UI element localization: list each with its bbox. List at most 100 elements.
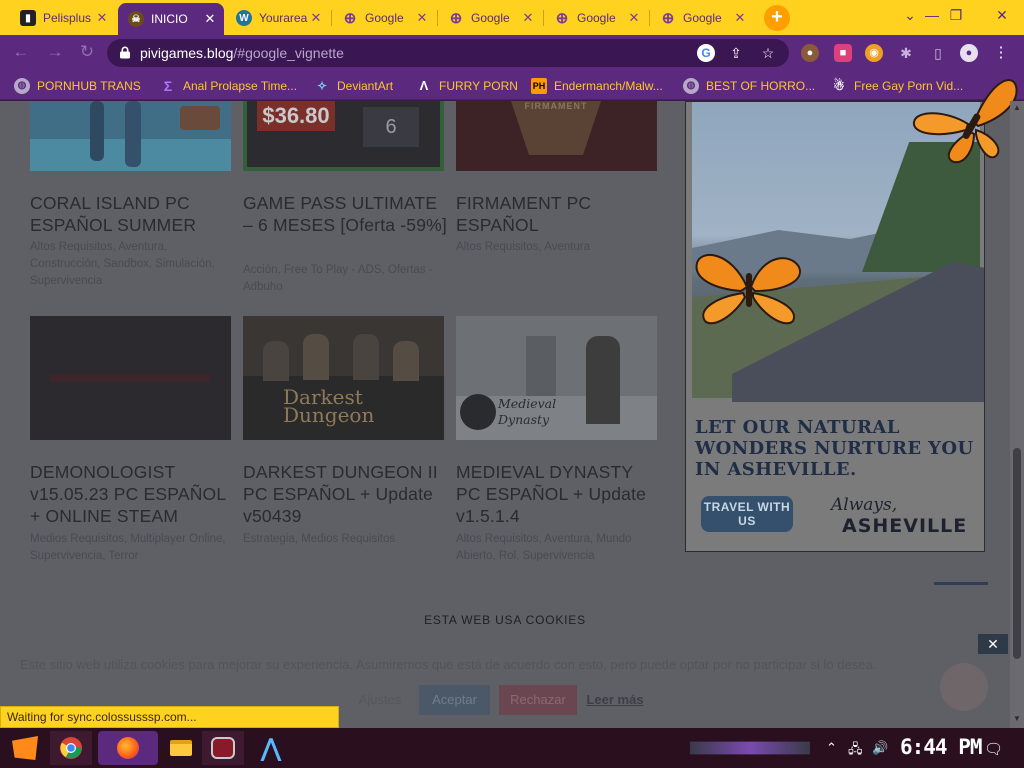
side-panel-icon[interactable]: ▯: [929, 44, 947, 62]
notifications-icon[interactable]: 🗨: [984, 740, 1003, 758]
cookie-settings-button[interactable]: Ajustes: [350, 685, 410, 715]
tab-title: Google: [577, 11, 616, 25]
game-pass-thumbnail[interactable]: $36.80 6: [243, 101, 444, 171]
game-title-link[interactable]: DEMONOLOGIST v15.05.23 PC ESPAÑOL + ONLI…: [30, 461, 235, 527]
game-tags[interactable]: Acción, Free To Play - ADS, Ofertas - Ad…: [243, 262, 448, 296]
game-title-link[interactable]: MEDIEVAL DYNASTY PC ESPAÑOL + Update v1.…: [456, 461, 661, 527]
bookmark-item[interactable]: ◍ PORNHUB TRANS: [14, 77, 141, 94]
globe-icon: ⊕: [449, 10, 463, 27]
medieval-dynasty-thumbnail[interactable]: Medieval Dynasty: [456, 316, 657, 440]
address-bar[interactable]: pivigames.blog/#google_vignette G ⇪ ☆: [107, 39, 789, 67]
globe-icon: ◍: [683, 77, 699, 94]
extension-pink-icon[interactable]: ■: [834, 44, 852, 62]
tab-title: Google: [683, 11, 722, 25]
cookie-accept-button[interactable]: Aceptar: [419, 685, 490, 715]
share-icon[interactable]: ⇪: [727, 44, 745, 62]
new-tab-button[interactable]: +: [764, 5, 790, 31]
taskbar-app-launcher[interactable]: ⋀: [250, 731, 292, 765]
restore-icon[interactable]: ❐: [936, 4, 976, 28]
close-tab-icon[interactable]: ✕: [202, 11, 218, 27]
bookmark-item[interactable]: Λ FURRY PORN: [416, 77, 518, 94]
game-title-link[interactable]: FIRMAMENT PC ESPAÑOL: [456, 192, 661, 236]
lock-icon: [120, 46, 130, 59]
windows-taskbar: ⋀ ⌃ 🖧 🔊 6:44 PM 🗨: [0, 728, 1024, 768]
tab-google-3[interactable]: ⊕ Google ✕: [544, 3, 648, 33]
bookmark-item[interactable]: Σ Anal Prolapse Time...: [160, 77, 297, 94]
mascot-icon: ☃: [833, 77, 845, 93]
back-arrow-icon[interactable]: ←: [9, 41, 33, 65]
system-clock[interactable]: 6:44 PM: [900, 735, 983, 759]
close-tab-icon[interactable]: ✕: [414, 10, 430, 26]
game-tags[interactable]: Altos Requisitos, Aventura, Mundo Abiert…: [456, 531, 661, 565]
travel-with-us-button[interactable]: TRAVEL WITH US: [701, 496, 793, 532]
close-tab-icon[interactable]: ✕: [732, 10, 748, 26]
volume-icon[interactable]: 🔊: [872, 740, 888, 756]
profile-icon[interactable]: ●: [960, 44, 978, 62]
coral-island-thumbnail[interactable]: [30, 101, 231, 171]
menu-kebab-icon[interactable]: ⋮: [992, 44, 1010, 62]
firmament-thumbnail[interactable]: FIRMAMENT: [456, 101, 657, 171]
close-tab-icon[interactable]: ✕: [94, 10, 110, 26]
ad-logo-script: Always,: [831, 495, 898, 515]
triangle-app-icon: ⋀: [261, 734, 281, 762]
tab-title: INICIO: [151, 12, 188, 26]
bookmark-item[interactable]: ✧ DeviantArt: [314, 77, 393, 94]
bookmarks-bar: ◍ PORNHUB TRANS Σ Anal Prolapse Time... …: [0, 70, 1024, 100]
game-tags[interactable]: Medios Requisitos, Multiplayer Online, S…: [30, 531, 235, 565]
demonologist-thumbnail[interactable]: [30, 316, 231, 440]
tab-google-4[interactable]: ⊕ Google ✕: [650, 3, 754, 33]
carousel-indicator[interactable]: [934, 582, 988, 585]
scroll-up-icon[interactable]: ▲: [1010, 101, 1024, 115]
cookie-read-more-link[interactable]: Leer más: [584, 685, 646, 715]
cookie-banner-text: Este sitio web utiliza cookies para mejo…: [20, 657, 877, 672]
bookmark-item[interactable]: PH Endermanch/Malw...: [531, 77, 663, 94]
game-title-link[interactable]: CORAL ISLAND PC ESPAÑOL SUMMER: [30, 192, 235, 236]
bookmark-label: DeviantArt: [337, 78, 394, 93]
forward-arrow-icon[interactable]: →: [43, 41, 67, 65]
close-tab-icon[interactable]: ✕: [520, 10, 536, 26]
scroll-thumb[interactable]: [1013, 448, 1021, 659]
game-title-link[interactable]: DARKEST DUNGEON II PC ESPAÑOL + Update v…: [243, 461, 448, 527]
tab-google-1[interactable]: ⊕ Google ✕: [332, 3, 436, 33]
page-scrollbar[interactable]: ▲ ▼: [1010, 101, 1024, 728]
cookie-reject-button[interactable]: Rechazar: [499, 685, 577, 715]
taskbar-file-explorer[interactable]: [160, 731, 202, 765]
bookmark-item[interactable]: ◍ BEST OF HORRO...: [683, 77, 815, 94]
taskbar-chrome[interactable]: [50, 731, 92, 765]
game-tags[interactable]: Estrategia, Medios Requisitos: [243, 531, 448, 548]
taskbar-firefox[interactable]: [98, 731, 158, 765]
thumbnail-text: Medieval Dynasty: [498, 396, 557, 427]
folder-icon: [170, 740, 192, 756]
network-icon[interactable]: 🖧: [848, 740, 863, 762]
months-badge: 6: [363, 107, 419, 147]
google-lens-icon[interactable]: G: [697, 44, 715, 62]
chat-bubble-icon[interactable]: [940, 663, 988, 711]
extension-avatar-icon[interactable]: ●: [801, 44, 819, 62]
reload-icon[interactable]: ↻: [75, 41, 99, 65]
butterfly-icon: [912, 79, 1018, 164]
scroll-down-icon[interactable]: ▼: [1010, 712, 1024, 726]
loading-status: Waiting for sync.colossusssp.com...: [0, 706, 339, 728]
start-button[interactable]: [4, 731, 46, 765]
cookie-close-button[interactable]: ✕: [978, 634, 1008, 654]
game-tags[interactable]: Altos Requisitos, Aventura: [456, 239, 661, 256]
game-title-link[interactable]: GAME PASS ULTIMATE – 6 MESES [Oferta -59…: [243, 192, 448, 236]
tray-chevron-icon[interactable]: ⌃: [826, 740, 837, 756]
game-tags[interactable]: Altos Requisitos, Aventura, Construcción…: [30, 239, 235, 290]
tab-strip: ▮ Pelisplus ✕ ☠ INICIO ✕ W Yourarea ✕ ⊕ …: [0, 0, 1024, 35]
tab-google-2[interactable]: ⊕ Google ✕: [438, 3, 542, 33]
close-window-icon[interactable]: ✕: [982, 4, 1022, 28]
chrome-icon: [60, 737, 82, 759]
tab-pelisplus[interactable]: ▮ Pelisplus ✕: [10, 3, 116, 33]
close-tab-icon[interactable]: ✕: [308, 10, 324, 26]
tab-inicio[interactable]: ☠ INICIO ✕: [118, 3, 224, 35]
darkest-dungeon-thumbnail[interactable]: Darkest Dungeon: [243, 316, 444, 440]
close-tab-icon[interactable]: ✕: [626, 10, 642, 26]
tab-yourarea[interactable]: W Yourarea ✕: [226, 3, 330, 33]
triangle-logo-icon: Λ: [419, 77, 429, 93]
start-logo-icon: [12, 736, 38, 760]
extension-orange-icon[interactable]: ◉: [865, 44, 883, 62]
puzzle-icon[interactable]: ✱: [897, 44, 915, 62]
bookmark-star-icon[interactable]: ☆: [759, 44, 777, 62]
taskbar-app-red[interactable]: [202, 731, 244, 765]
